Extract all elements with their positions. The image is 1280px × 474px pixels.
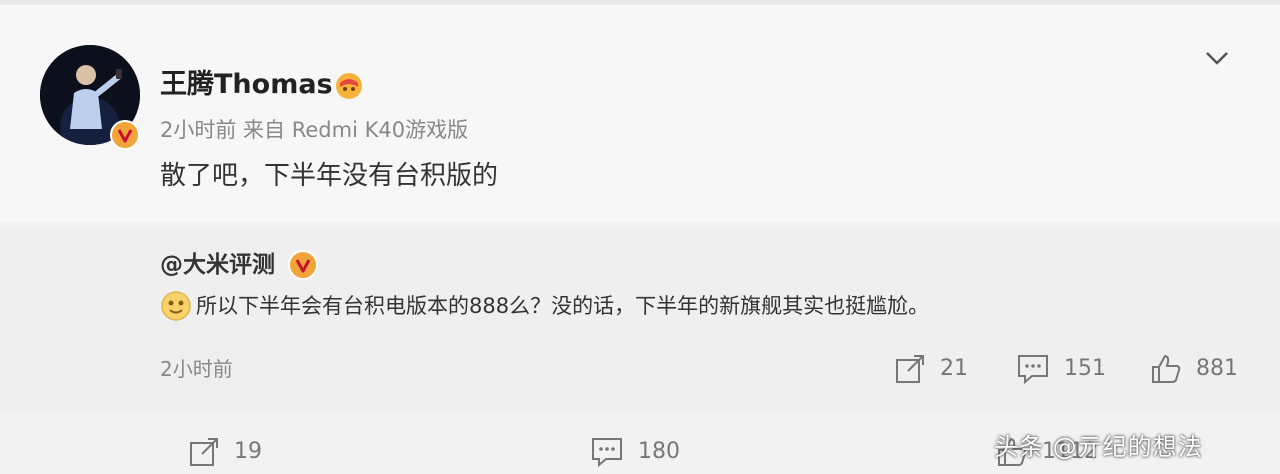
vip-icon xyxy=(334,71,364,101)
repost-text: 所以下半年会有台积电版本的888么？没的话，下半年的新旗舰其实也挺尴尬。 xyxy=(196,294,930,318)
share-icon xyxy=(190,438,218,466)
smile-emoji-icon xyxy=(160,290,192,322)
chevron-down-icon[interactable] xyxy=(1202,43,1232,73)
share-count: 21 xyxy=(940,356,968,381)
post-meta: 2小时前 来自 Redmi K40游戏版 xyxy=(160,118,469,142)
repost-author[interactable]: @大米评测 xyxy=(160,249,275,281)
verified-badge-icon xyxy=(288,250,318,280)
thumbs-up-icon xyxy=(1152,354,1181,383)
repost-time: 2小时前 xyxy=(160,357,233,381)
post-text: 散了吧，下半年没有台积版的 xyxy=(160,161,499,191)
post-action-bar: 19 180 1112 头条 @亓纪的想法 xyxy=(0,414,1280,474)
comment-count: 180 xyxy=(638,439,680,464)
username[interactable]: 王腾Thomas xyxy=(160,65,333,105)
repost-like-button[interactable]: 881 xyxy=(1150,353,1238,385)
like-count: 881 xyxy=(1196,356,1238,381)
comment-icon xyxy=(1018,355,1048,385)
comment-icon xyxy=(592,438,622,468)
weibo-post: 王腾Thomas 2小时前 来自 Redmi K40游戏版 散了吧，下半年没有台… xyxy=(0,5,1280,223)
comment-button[interactable]: 180 xyxy=(590,436,680,468)
repost-card[interactable]: @大米评测 所以下半年会有台积电版本的888么？没的话，下半年的新旗舰其实也挺尴… xyxy=(0,226,1280,414)
share-button[interactable]: 19 xyxy=(188,436,262,468)
repost-comment-button[interactable]: 151 xyxy=(1016,353,1106,385)
watermark: 头条 @亓纪的想法 xyxy=(994,433,1203,461)
verified-badge-icon xyxy=(110,120,140,150)
share-icon xyxy=(896,355,924,383)
repost-share-button[interactable]: 21 xyxy=(894,353,968,385)
share-count: 19 xyxy=(234,439,262,464)
comment-count: 151 xyxy=(1064,356,1106,381)
